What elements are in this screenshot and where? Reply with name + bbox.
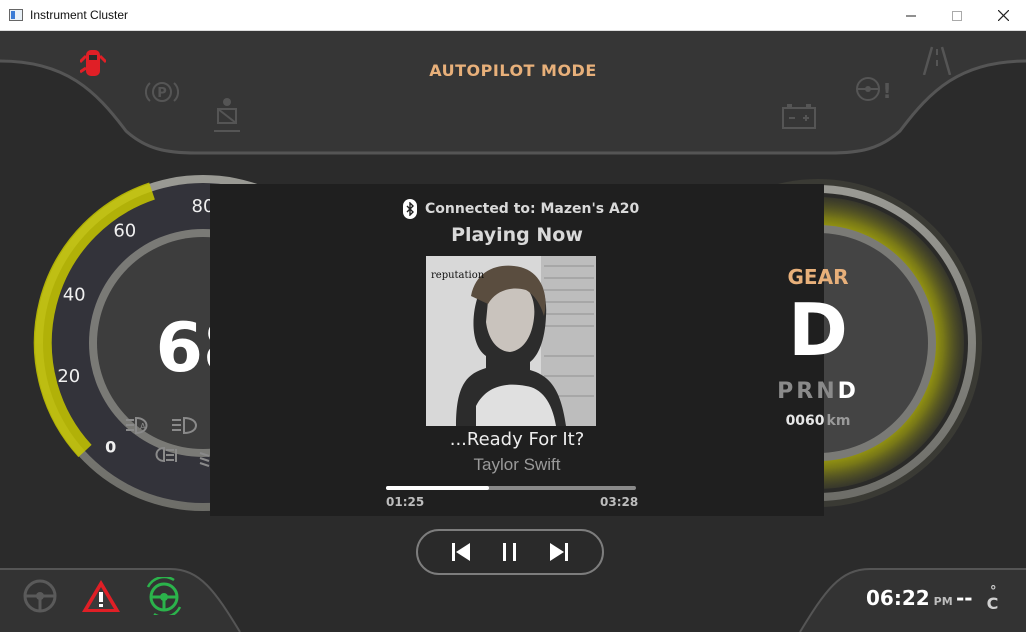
auto-headlight-icon: A xyxy=(126,416,148,435)
pause-button[interactable] xyxy=(496,538,524,566)
clock: 06:22 PM xyxy=(866,586,953,610)
progress-bar[interactable] xyxy=(386,486,636,490)
battery-icon xyxy=(782,104,816,129)
lane-departure-icon xyxy=(922,46,952,75)
minimize-icon xyxy=(906,15,916,16)
playback-controls xyxy=(416,529,604,575)
odometer-value: 0060 xyxy=(785,413,825,429)
next-button[interactable] xyxy=(545,538,573,566)
temperature: -- ° C xyxy=(956,584,998,613)
app-icon xyxy=(9,9,23,21)
connection-label: Connected to: Mazen's A20 xyxy=(425,201,640,217)
degree-symbol: ° xyxy=(990,584,997,599)
svg-text:P: P xyxy=(157,86,167,101)
speed-tick-label: 60 xyxy=(113,220,136,241)
playing-now-label: Playing Now xyxy=(451,224,583,246)
artist-name: Taylor Swift xyxy=(473,455,561,474)
song-title: ...Ready For It? xyxy=(449,429,585,450)
speed-tick-label: 40 xyxy=(63,285,86,306)
elapsed-time: 01:25 xyxy=(386,495,425,509)
speed-tick-label: 0 xyxy=(105,438,116,457)
steering-warning-icon: ! xyxy=(856,77,892,103)
autopilot-steering-icon[interactable] xyxy=(144,577,184,615)
maximize-icon xyxy=(952,10,962,21)
window-titlebar: Instrument Cluster xyxy=(0,0,1026,31)
odometer: 0060 km xyxy=(758,413,878,429)
fog-light-icon xyxy=(155,446,177,463)
album-art-image xyxy=(426,256,596,426)
gear-position-r: R xyxy=(796,379,817,404)
progress-fill xyxy=(386,486,489,490)
pause-icon xyxy=(502,543,516,561)
hazard-icon[interactable] xyxy=(80,578,122,614)
media-panel: Connected to: Mazen's A20 Playing Now re… xyxy=(210,184,824,516)
parking-brake-icon: P xyxy=(145,82,179,102)
gear-position-n: N xyxy=(816,379,838,404)
instrument-cluster: 020406080100120140160 68 A 60 AUTOPILOT … xyxy=(0,31,1026,632)
steering-assist-icon[interactable] xyxy=(22,578,58,614)
gear-label: GEAR xyxy=(787,265,849,289)
odometer-unit: km xyxy=(826,413,851,429)
window-title: Instrument Cluster xyxy=(30,8,129,22)
gear-selector: PRND xyxy=(758,379,878,404)
previous-track-icon xyxy=(451,543,470,561)
close-button[interactable] xyxy=(980,0,1026,31)
gear-position-p: P xyxy=(777,379,797,404)
temperature-value: -- xyxy=(956,586,973,610)
door-open-icon xyxy=(80,50,106,76)
bluetooth-connection: Connected to: Mazen's A20 xyxy=(403,199,639,219)
close-icon xyxy=(997,10,1009,21)
minimize-button[interactable] xyxy=(888,0,934,31)
speed-tick-label: 20 xyxy=(57,366,80,387)
svg-text:A: A xyxy=(140,422,146,431)
svg-text:!: ! xyxy=(882,79,891,103)
maximize-button[interactable] xyxy=(934,0,980,31)
previous-button[interactable] xyxy=(447,538,475,566)
gear-position-d: D xyxy=(837,379,859,404)
clock-time: 06:22 xyxy=(866,586,930,610)
album-title: reputation xyxy=(431,270,485,281)
next-track-icon xyxy=(550,543,569,561)
clock-ampm: PM xyxy=(933,595,953,608)
seatbelt-icon xyxy=(214,98,240,132)
album-art: reputation xyxy=(426,256,596,426)
current-gear: D xyxy=(788,288,848,372)
total-time: 03:28 xyxy=(600,495,639,509)
bluetooth-icon xyxy=(403,199,417,219)
